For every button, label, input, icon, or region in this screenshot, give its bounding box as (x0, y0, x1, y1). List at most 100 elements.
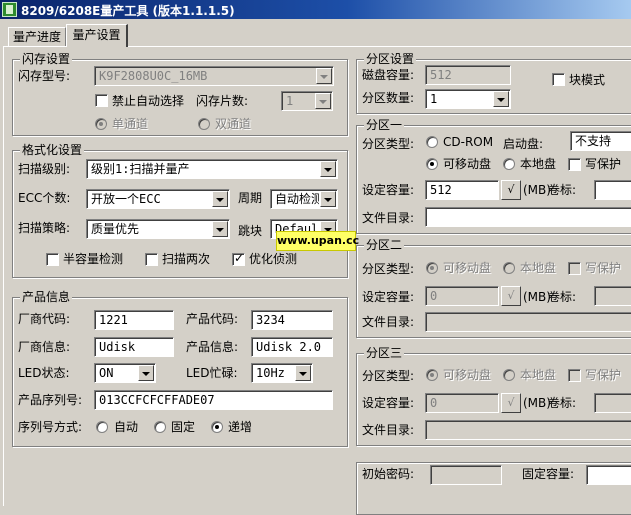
serial-mode-label: 序列号方式: (18, 420, 83, 434)
chevron-down-icon[interactable] (212, 221, 228, 237)
led-state-select[interactable]: ON (94, 363, 156, 383)
p3-mb-label: (MB) (523, 396, 551, 410)
serial-auto-radio[interactable] (96, 421, 108, 433)
scan-level-value: 级别1:扫描并量产 (91, 162, 190, 176)
optimize-detect-label: 优化侦测 (249, 252, 298, 266)
tab-settings[interactable]: 量产设置 (66, 24, 128, 47)
chevron-down-icon[interactable] (493, 91, 509, 107)
vendor-code-input[interactable]: 1221 (94, 310, 174, 330)
p1-local-label: 本地盘 (520, 157, 557, 171)
p3-local-radio[interactable] (503, 369, 515, 381)
chevron-down-icon[interactable] (320, 191, 336, 207)
ecc-select[interactable]: 开放一个ECC (86, 189, 230, 209)
initial-password-input[interactable] (430, 465, 502, 485)
led-state-value: ON (99, 366, 114, 380)
led-busy-select[interactable]: 10Hz (251, 363, 313, 383)
scan-strategy-label: 扫描策略: (18, 221, 71, 235)
serial-fixed-radio[interactable] (154, 421, 166, 433)
vendor-code-label: 厂商代码: (18, 312, 71, 326)
chevron-down-icon[interactable] (138, 365, 154, 381)
p2-volume-input[interactable] (594, 286, 631, 306)
window-title: 8209/6208E量产工具 (版本1.1.1.5) (21, 4, 235, 18)
led-busy-label: LED忙碌: (186, 366, 238, 380)
p1-removable-radio[interactable] (426, 158, 438, 170)
product-code-input[interactable]: 3234 (251, 310, 333, 330)
p1-local-radio[interactable] (503, 158, 515, 170)
scan-strategy-select[interactable]: 质量优先 (86, 219, 230, 239)
block-mode-checkbox[interactable] (552, 73, 565, 86)
single-channel-radio[interactable] (95, 118, 107, 130)
partition-count-value: 1 (430, 92, 438, 106)
scan-level-label: 扫描级别: (18, 162, 71, 176)
serial-increment-radio[interactable] (211, 421, 223, 433)
dual-channel-label: 双通道 (215, 117, 252, 131)
product-info-label: 产品信息: (186, 340, 239, 354)
product-info-input[interactable]: Udisk 2.0 (251, 337, 333, 357)
p1-removable-label: 可移动盘 (443, 157, 492, 171)
serial-label: 产品序列号: (18, 393, 83, 407)
p1-dir-input[interactable] (425, 207, 631, 227)
p3-removable-radio[interactable] (426, 369, 438, 381)
partition-count-select[interactable]: 1 (425, 89, 511, 109)
p3-confirm-button[interactable]: √ (501, 393, 521, 413)
p3-volume-input[interactable] (594, 393, 631, 413)
p2-dir-input[interactable] (425, 312, 631, 332)
p3-capacity-label: 设定容量: (362, 396, 415, 410)
led-busy-value: 10Hz (256, 366, 285, 380)
p1-capacity-input[interactable]: 512 (425, 180, 499, 200)
p1-cdrom-radio[interactable] (426, 136, 438, 148)
p3-write-protect-checkbox[interactable] (568, 369, 581, 382)
fixed-capacity-input[interactable] (586, 465, 631, 485)
p3-type-label: 分区类型: (362, 369, 415, 383)
period-select[interactable]: 自动检测 (270, 189, 338, 209)
p1-write-protect-checkbox[interactable] (568, 158, 581, 171)
flash-type-value: K9F2808U0C_16MB (99, 69, 208, 83)
ecc-label: ECC个数: (18, 191, 71, 205)
p2-capacity-input[interactable]: 0 (425, 286, 499, 306)
flash-chips-select[interactable]: 1 (281, 91, 333, 111)
dual-channel-radio[interactable] (198, 118, 210, 130)
p2-removable-radio[interactable] (426, 262, 438, 274)
flash-type-select[interactable]: K9F2808U0C_16MB (94, 66, 334, 86)
vendor-info-input[interactable]: Udisk (94, 337, 174, 357)
vendor-info-label: 厂商信息: (18, 340, 71, 354)
flash-type-label: 闪存型号: (18, 69, 71, 83)
tab-progress[interactable]: 量产进度 (8, 27, 66, 47)
p1-volume-input[interactable] (594, 180, 631, 200)
p2-confirm-button[interactable]: √ (501, 286, 521, 306)
chevron-down-icon[interactable] (212, 191, 228, 207)
jump-block-label: 跳块 (238, 224, 263, 238)
p2-write-protect-checkbox[interactable] (568, 262, 581, 275)
chevron-down-icon[interactable] (315, 93, 331, 109)
p3-dir-label: 文件目录: (362, 423, 415, 437)
serial-increment-label: 递增 (228, 420, 253, 434)
p3-volume-label: 卷标: (548, 396, 577, 410)
password-group (356, 455, 631, 515)
p1-confirm-button[interactable]: √ (501, 180, 521, 200)
optimize-detect-checkbox[interactable] (232, 251, 245, 266)
scan-strategy-value: 质量优先 (91, 222, 140, 236)
p1-dir-label: 文件目录: (362, 211, 415, 225)
p2-volume-label: 卷标: (548, 290, 577, 304)
partition-three-title: 分区三 (364, 346, 405, 360)
fixed-capacity-label: 固定容量: (522, 467, 575, 481)
p2-local-radio[interactable] (503, 262, 515, 274)
serial-input[interactable]: 013CCFCFCFFADE07 (94, 390, 333, 410)
p1-boot-input[interactable]: 不支持 (570, 131, 631, 151)
scan-level-select[interactable]: 级别1:扫描并量产 (86, 159, 338, 179)
p1-volume-label: 卷标: (548, 183, 577, 197)
scan-twice-checkbox[interactable] (145, 253, 158, 266)
chevron-down-icon[interactable] (295, 365, 311, 381)
p2-removable-label: 可移动盘 (443, 261, 492, 275)
format-settings-title: 格式化设置 (20, 143, 85, 157)
half-capacity-checkbox[interactable] (46, 253, 59, 266)
partition-one-title: 分区一 (364, 118, 405, 132)
disable-auto-select-checkbox[interactable] (95, 94, 108, 107)
p3-capacity-input[interactable]: 0 (425, 393, 499, 413)
partition-two-title: 分区二 (364, 238, 405, 252)
p3-dir-input[interactable] (425, 420, 631, 440)
disk-capacity-label: 磁盘容量: (362, 68, 415, 82)
chevron-down-icon[interactable] (320, 161, 336, 177)
disk-capacity-input[interactable]: 512 (425, 65, 511, 85)
chevron-down-icon[interactable] (316, 68, 332, 84)
